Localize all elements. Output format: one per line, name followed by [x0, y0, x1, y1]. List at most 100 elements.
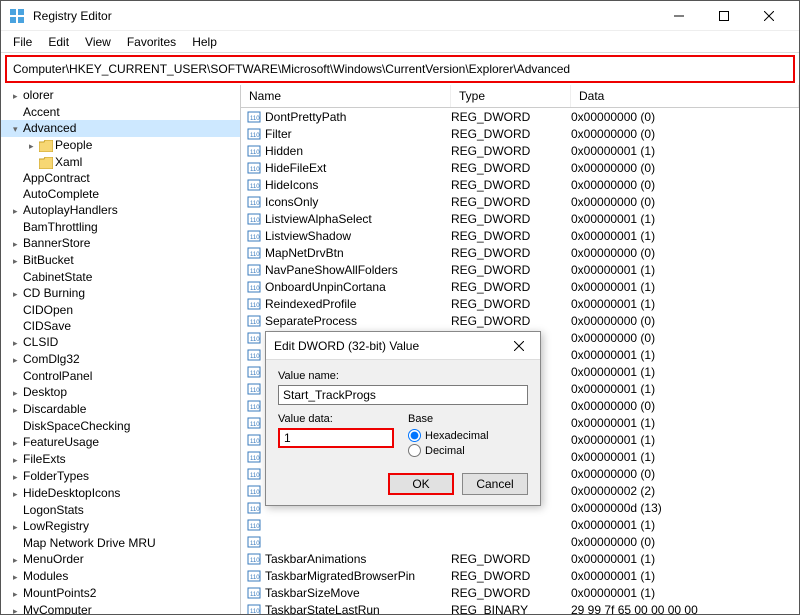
- folder-icon: [39, 157, 53, 169]
- cell-name: 110Hidden: [241, 144, 451, 158]
- dword-icon: 110: [247, 348, 261, 362]
- tree-arrow-icon: ▸: [13, 553, 23, 567]
- tree-item-label: Modules: [23, 569, 68, 583]
- table-row[interactable]: 110HiddenREG_DWORD0x00000001 (1): [241, 142, 799, 159]
- tree-item[interactable]: ▸Discardable: [1, 401, 240, 418]
- cell-type: REG_DWORD: [451, 280, 571, 294]
- menu-edit[interactable]: Edit: [40, 33, 77, 51]
- dialog-close-button[interactable]: [506, 335, 532, 357]
- table-row[interactable]: 110HideFileExtREG_DWORD0x00000000 (0): [241, 159, 799, 176]
- table-row[interactable]: 110TaskbarAnimationsREG_DWORD0x00000001 …: [241, 550, 799, 567]
- cell-data: 29 99 7f 65 00 00 00 00: [571, 603, 799, 615]
- tree-item-label: MountPoints2: [23, 586, 96, 600]
- tree-item[interactable]: CIDSave: [1, 318, 240, 334]
- tree-item[interactable]: ▸BitBucket: [1, 252, 240, 269]
- cell-name: 110HideFileExt: [241, 161, 451, 175]
- table-row[interactable]: 110OnboardUnpinCortanaREG_DWORD0x0000000…: [241, 278, 799, 295]
- table-row[interactable]: 110FilterREG_DWORD0x00000000 (0): [241, 125, 799, 142]
- ok-button[interactable]: OK: [388, 473, 454, 495]
- minimize-button[interactable]: [656, 2, 701, 30]
- menu-file[interactable]: File: [5, 33, 40, 51]
- tree-item-label: AutoplayHandlers: [23, 203, 118, 217]
- tree-item-label: CLSID: [23, 335, 58, 349]
- menu-view[interactable]: View: [77, 33, 119, 51]
- tree-item[interactable]: ▸HideDesktopIcons: [1, 485, 240, 502]
- maximize-button[interactable]: [701, 2, 746, 30]
- header-data[interactable]: Data: [571, 85, 799, 107]
- svg-text:110: 110: [250, 235, 260, 241]
- svg-text:110: 110: [250, 592, 260, 598]
- table-row[interactable]: 110IconsOnlyREG_DWORD0x00000000 (0): [241, 193, 799, 210]
- tree-item[interactable]: Map Network Drive MRU: [1, 535, 240, 551]
- tree-arrow-icon: ▸: [13, 453, 23, 467]
- tree-item[interactable]: ▸BannerStore: [1, 235, 240, 252]
- table-row[interactable]: 1100x00000000 (0): [241, 533, 799, 550]
- tree-item[interactable]: BamThrottling: [1, 219, 240, 235]
- table-row[interactable]: 110NavPaneShowAllFoldersREG_DWORD0x00000…: [241, 261, 799, 278]
- table-row[interactable]: 110ReindexedProfileREG_DWORD0x00000001 (…: [241, 295, 799, 312]
- tree-item[interactable]: ▸FeatureUsage: [1, 434, 240, 451]
- table-row[interactable]: 110TaskbarStateLastRunREG_BINARY29 99 7f…: [241, 601, 799, 614]
- tree-arrow-icon: ▾: [13, 122, 23, 136]
- tree-item[interactable]: ▸Modules: [1, 568, 240, 585]
- header-name[interactable]: Name: [241, 85, 451, 107]
- tree-item[interactable]: ▸olorer: [1, 87, 240, 104]
- tree-item[interactable]: CabinetState: [1, 269, 240, 285]
- radio-hexadecimal[interactable]: Hexadecimal: [408, 429, 528, 442]
- table-row[interactable]: 110MapNetDrvBtnREG_DWORD0x00000000 (0): [241, 244, 799, 261]
- tree-item[interactable]: ▸People: [1, 137, 240, 154]
- tree-item[interactable]: ▸AutoplayHandlers: [1, 202, 240, 219]
- tree-arrow-icon: ▸: [13, 470, 23, 484]
- header-type[interactable]: Type: [451, 85, 571, 107]
- tree-item[interactable]: ▸FolderTypes: [1, 468, 240, 485]
- tree-pane[interactable]: ▸olorerAccent▾Advanced▸PeopleXamlAppCont…: [1, 85, 241, 614]
- table-row[interactable]: 110HideIconsREG_DWORD0x00000000 (0): [241, 176, 799, 193]
- cell-type: REG_DWORD: [451, 586, 571, 600]
- table-row[interactable]: 110DontPrettyPathREG_DWORD0x00000000 (0): [241, 108, 799, 125]
- table-row[interactable]: 110SeparateProcessREG_DWORD0x00000000 (0…: [241, 312, 799, 329]
- tree-item[interactable]: AppContract: [1, 170, 240, 186]
- tree-item[interactable]: ▸MountPoints2: [1, 585, 240, 602]
- cell-name: 110SeparateProcess: [241, 314, 451, 328]
- table-row[interactable]: 110TaskbarMigratedBrowserPinREG_DWORD0x0…: [241, 567, 799, 584]
- svg-text:110: 110: [250, 439, 260, 445]
- tree-item-label: AutoComplete: [23, 187, 99, 201]
- tree-item[interactable]: ▸MyComputer: [1, 602, 240, 614]
- table-row[interactable]: 110ListviewAlphaSelectREG_DWORD0x0000000…: [241, 210, 799, 227]
- dword-icon: 110: [247, 501, 261, 515]
- tree-item[interactable]: AutoComplete: [1, 186, 240, 202]
- tree-item[interactable]: ▸CLSID: [1, 334, 240, 351]
- menu-help[interactable]: Help: [184, 33, 225, 51]
- cell-name: 110IconsOnly: [241, 195, 451, 209]
- cell-type: REG_BINARY: [451, 603, 571, 615]
- dword-icon: 110: [247, 263, 261, 277]
- tree-item[interactable]: Xaml: [1, 154, 240, 170]
- dword-icon: 110: [247, 484, 261, 498]
- value-name-input[interactable]: [278, 385, 528, 405]
- close-button[interactable]: [746, 2, 791, 30]
- cell-data: 0x00000000 (0): [571, 535, 799, 549]
- tree-item[interactable]: ▸Desktop: [1, 384, 240, 401]
- menu-favorites[interactable]: Favorites: [119, 33, 184, 51]
- svg-text:110: 110: [250, 218, 260, 224]
- tree-item[interactable]: ▸FileExts: [1, 451, 240, 468]
- tree-item[interactable]: ▸LowRegistry: [1, 518, 240, 535]
- table-row[interactable]: 1100x00000001 (1): [241, 516, 799, 533]
- cell-name: 110TaskbarSizeMove: [241, 586, 451, 600]
- address-bar[interactable]: Computer\HKEY_CURRENT_USER\SOFTWARE\Micr…: [5, 55, 795, 83]
- tree-item[interactable]: ▸ComDlg32: [1, 351, 240, 368]
- tree-item[interactable]: ▸MenuOrder: [1, 551, 240, 568]
- table-row[interactable]: 110ListviewShadowREG_DWORD0x00000001 (1): [241, 227, 799, 244]
- tree-item[interactable]: CIDOpen: [1, 302, 240, 318]
- tree-item[interactable]: ControlPanel: [1, 368, 240, 384]
- table-row[interactable]: 110TaskbarSizeMoveREG_DWORD0x00000001 (1…: [241, 584, 799, 601]
- radio-decimal[interactable]: Decimal: [408, 444, 528, 457]
- tree-item[interactable]: DiskSpaceChecking: [1, 418, 240, 434]
- svg-text:110: 110: [250, 167, 260, 173]
- tree-item[interactable]: Accent: [1, 104, 240, 120]
- cancel-button[interactable]: Cancel: [462, 473, 528, 495]
- tree-item[interactable]: LogonStats: [1, 502, 240, 518]
- value-data-input[interactable]: [278, 428, 394, 448]
- tree-item[interactable]: ▾Advanced: [1, 120, 240, 137]
- tree-item[interactable]: ▸CD Burning: [1, 285, 240, 302]
